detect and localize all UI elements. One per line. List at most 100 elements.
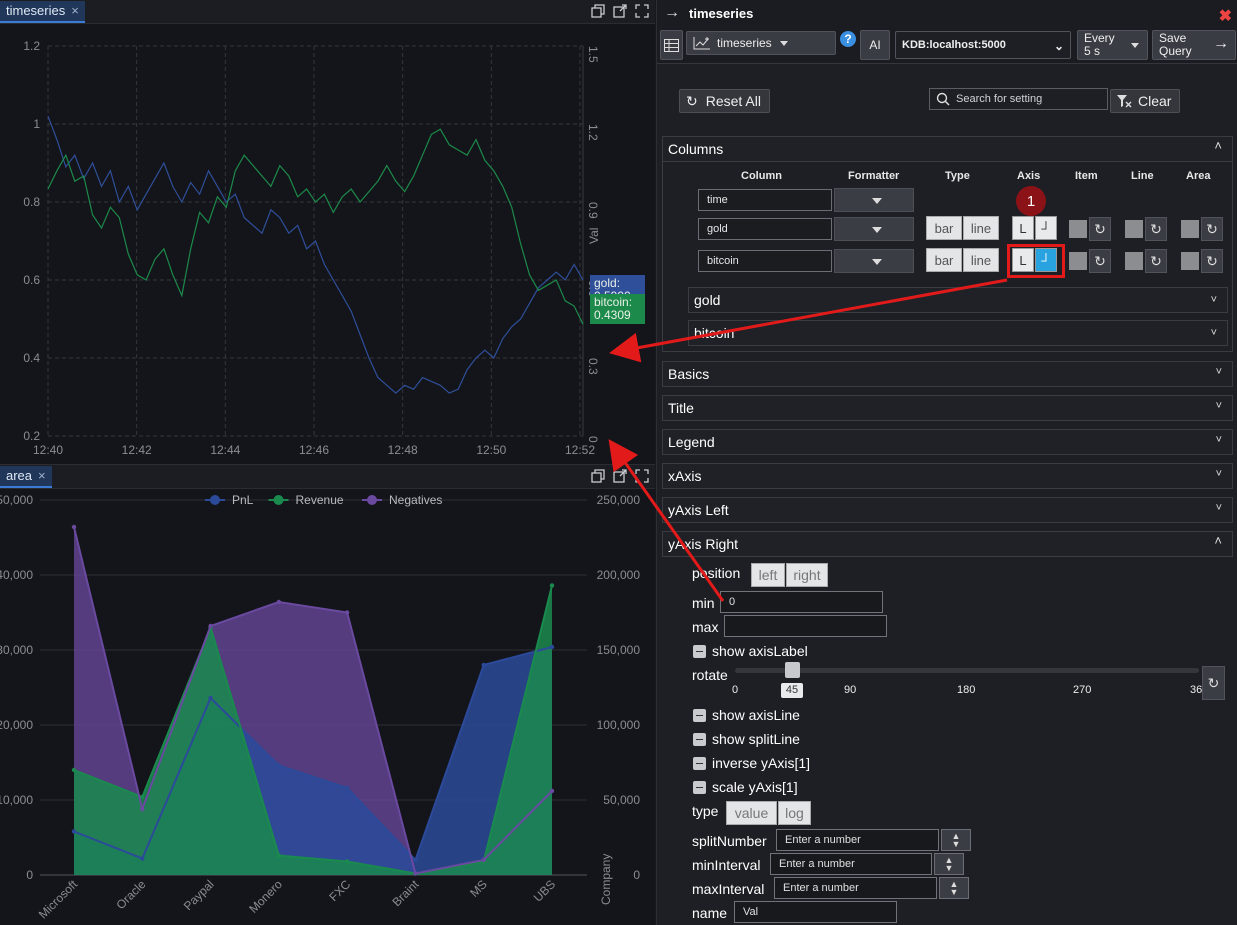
min-input[interactable]: 0 — [720, 591, 883, 613]
chevron-down-icon — [872, 227, 882, 233]
section-xaxis[interactable]: xAxis ˅ — [662, 463, 1233, 489]
filter-clear-icon — [1117, 95, 1132, 108]
reset-icon: ↻ — [686, 92, 698, 109]
section-bitcoin[interactable]: bitcoin ˅ — [688, 320, 1228, 346]
chevron-up-icon: ˄ — [1214, 533, 1222, 548]
item-color-gold[interactable] — [1069, 220, 1087, 238]
type-log-option[interactable]: log — [778, 801, 811, 825]
item-color-bitcoin[interactable] — [1069, 252, 1087, 270]
formatter-select-bitcoin[interactable] — [834, 249, 914, 273]
tab-timeseries[interactable]: timeseries × — [0, 1, 85, 23]
section-columns[interactable]: Columns ˄ — [662, 136, 1233, 162]
restore-icon[interactable] — [591, 469, 605, 483]
tab-area[interactable]: area × — [0, 466, 52, 488]
show-axisline-toggle[interactable] — [693, 709, 706, 722]
ai-button[interactable]: AI — [860, 30, 890, 60]
y-left-tick: 0.8 — [23, 195, 40, 209]
column-name-time[interactable]: time — [698, 189, 832, 211]
area-color-bitcoin[interactable] — [1181, 252, 1199, 270]
line-color-gold[interactable] — [1125, 220, 1143, 238]
max-input[interactable] — [724, 615, 887, 637]
rotate-slider-handle[interactable] — [785, 662, 800, 678]
legend-marker — [367, 495, 377, 505]
splitnumber-input[interactable]: Enter a number — [776, 829, 939, 851]
area-reset-icon[interactable]: ↻ — [1201, 217, 1223, 241]
type-line-bitcoin[interactable]: line — [963, 248, 999, 272]
item-reset-icon[interactable]: ↻ — [1089, 217, 1111, 241]
y-left-tick: 0.2 — [23, 429, 40, 443]
area-reset-icon[interactable]: ↻ — [1201, 249, 1223, 273]
close-tab-icon[interactable]: × — [71, 0, 79, 22]
line-color-bitcoin[interactable] — [1125, 252, 1143, 270]
table-view-button[interactable] — [660, 30, 683, 60]
y-right-tick: 0.9 — [586, 202, 600, 219]
axis-left-gold[interactable]: L — [1012, 216, 1034, 240]
help-icon[interactable]: ? — [840, 31, 856, 47]
type-bar-gold[interactable]: bar — [926, 216, 962, 240]
section-gold[interactable]: gold ˅ — [688, 287, 1228, 313]
popout-icon[interactable] — [613, 4, 627, 18]
section-yaxis-right[interactable]: yAxis Right ˄ — [662, 531, 1233, 557]
type-bar-bitcoin[interactable]: bar — [926, 248, 962, 272]
close-tab-icon[interactable]: × — [38, 465, 46, 487]
section-legend[interactable]: Legend ˅ — [662, 429, 1233, 455]
rotate-slider-track[interactable] — [735, 668, 1199, 673]
position-right-option[interactable]: right — [786, 563, 828, 587]
popout-icon[interactable] — [613, 469, 627, 483]
section-title[interactable]: Title ˅ — [662, 395, 1233, 421]
item-reset-icon[interactable]: ↻ — [1089, 249, 1111, 273]
y-left-tick: 20,000 — [0, 718, 33, 732]
arrow-right-icon[interactable]: → — [664, 4, 680, 22]
reset-all-button[interactable]: ↻ Reset All — [679, 89, 770, 113]
splitnumber-stepper[interactable]: ▲ ▼ — [941, 829, 971, 851]
connection-select[interactable]: KDB:localhost:5000 ⌄ — [895, 31, 1071, 59]
show-axisline-label: show axisLine — [712, 707, 800, 723]
data-point-Negatives — [140, 806, 145, 812]
data-point-PnL — [481, 662, 486, 668]
search-placeholder: Search for setting — [956, 93, 1043, 105]
section-bitcoin-label: bitcoin — [694, 325, 735, 341]
type-value-option[interactable]: value — [726, 801, 777, 825]
mininterval-stepper[interactable]: ▲ ▼ — [934, 853, 964, 875]
show-axislabel-toggle[interactable] — [693, 645, 706, 658]
col-header-area: Area — [1186, 170, 1211, 182]
clear-button[interactable]: Clear — [1110, 89, 1180, 113]
chart-type-select[interactable]: timeseries — [686, 31, 836, 55]
maxinterval-input[interactable]: Enter a number — [774, 877, 937, 899]
line-reset-icon[interactable]: ↻ — [1145, 249, 1167, 273]
fullscreen-icon[interactable] — [635, 4, 649, 18]
line-reset-icon[interactable]: ↻ — [1145, 217, 1167, 241]
y-right-tick: 250,000 — [597, 493, 641, 507]
section-yaxis-left[interactable]: yAxis Left ˅ — [662, 497, 1233, 523]
section-basics[interactable]: Basics ˅ — [662, 361, 1233, 387]
rotate-reset-icon[interactable]: ↻ — [1202, 666, 1225, 700]
mininterval-input[interactable]: Enter a number — [770, 853, 932, 875]
data-point-PnL — [208, 695, 213, 701]
fullscreen-icon[interactable] — [635, 469, 649, 483]
scale-yaxis-toggle[interactable] — [693, 781, 706, 794]
data-point-PnL — [344, 785, 350, 791]
position-left-option[interactable]: left — [751, 563, 785, 587]
maxinterval-stepper[interactable]: ▲ ▼ — [939, 877, 969, 899]
data-point-PnL — [549, 644, 555, 650]
rotate-tick: 180 — [957, 684, 976, 696]
inverse-yaxis-toggle[interactable] — [693, 757, 706, 770]
save-query-button[interactable]: Save Query → — [1152, 30, 1236, 60]
column-name-gold[interactable]: gold — [698, 218, 832, 240]
search-setting-input[interactable]: Search for setting — [929, 88, 1108, 110]
legend-label: Negatives — [389, 493, 442, 507]
axis-right-gold[interactable]: ┘ — [1035, 216, 1057, 240]
show-axislabel-label: show axisLabel — [712, 643, 808, 659]
formatter-select-time[interactable] — [834, 188, 914, 212]
type-line-gold[interactable]: line — [963, 216, 999, 240]
show-splitline-toggle[interactable] — [693, 733, 706, 746]
x-tick: 12:50 — [476, 443, 506, 457]
name-input[interactable]: Val — [734, 901, 897, 923]
restore-icon[interactable] — [591, 4, 605, 18]
close-icon[interactable]: ✖ — [1219, 6, 1232, 26]
refresh-interval-select[interactable]: Every 5 s — [1077, 30, 1148, 60]
formatter-select-gold[interactable] — [834, 217, 914, 241]
area-color-gold[interactable] — [1181, 220, 1199, 238]
column-name-bitcoin[interactable]: bitcoin — [698, 250, 832, 272]
chevron-down-icon: ▼ — [944, 863, 954, 873]
